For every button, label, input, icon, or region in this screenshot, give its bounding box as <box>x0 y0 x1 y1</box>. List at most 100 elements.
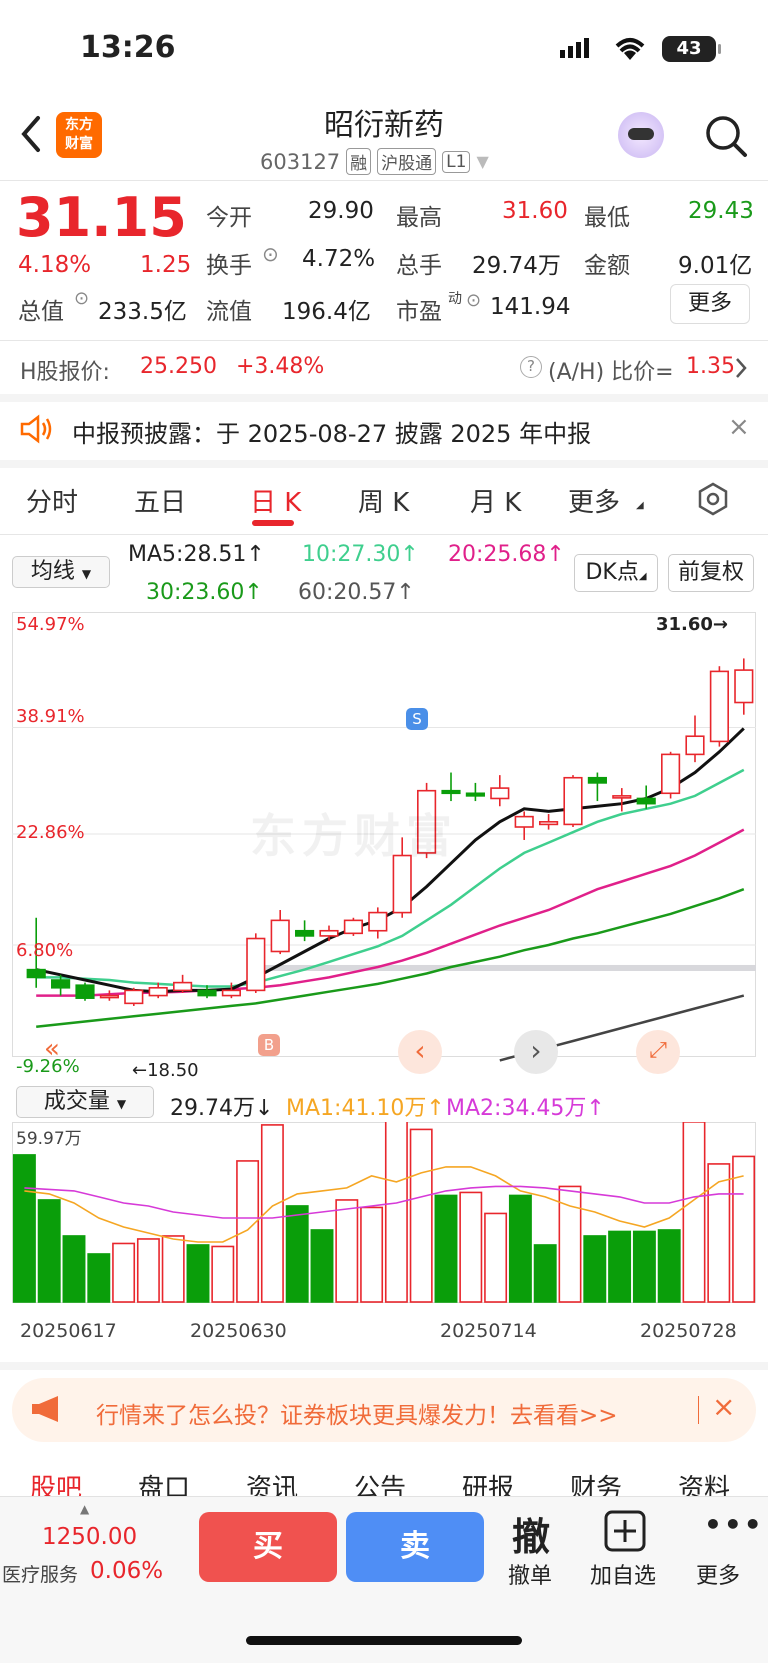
info-icon[interactable]: ⊙ <box>74 288 89 309</box>
ma-selector[interactable]: 均线 ▼ <box>12 556 110 588</box>
indicator-selector[interactable]: 成交量 ▼ <box>16 1086 154 1118</box>
sell-signal-marker[interactable]: S <box>406 708 428 730</box>
revoke-icon[interactable]: 撤 <box>512 1506 550 1561</box>
help-icon[interactable]: ? <box>520 356 542 378</box>
candle-body <box>685 735 705 756</box>
y-label-top: 54.97% <box>16 614 85 635</box>
volume-top-label: 59.97万 <box>16 1129 82 1149</box>
info-icon[interactable]: ⊙ <box>466 290 481 311</box>
candle-body <box>295 929 315 937</box>
add-watchlist-label[interactable]: 加自选 <box>590 1558 656 1590</box>
more-label[interactable]: 更多 <box>696 1558 740 1590</box>
volume-bar <box>87 1253 111 1303</box>
change-value: 1.25 <box>140 252 192 278</box>
candle-body <box>539 821 559 826</box>
tab-research[interactable]: 研报 <box>462 1468 514 1496</box>
volume-bar <box>484 1212 508 1303</box>
candle-body <box>563 776 583 826</box>
volume-current: 29.74万↓ <box>170 1096 274 1121</box>
candle-body <box>368 911 388 932</box>
tab-five-day[interactable]: 五日 <box>134 482 186 519</box>
candle-body <box>51 979 71 989</box>
tab-intraday[interactable]: 分时 <box>26 482 78 519</box>
ma60-value: 60:20.57↑ <box>298 580 415 605</box>
search-icon[interactable] <box>704 114 748 158</box>
low-value: 29.43 <box>688 198 754 224</box>
volume-bar <box>707 1163 731 1303</box>
close-promo-icon[interactable]: × <box>712 1390 735 1423</box>
low-label: 最低 <box>584 205 630 231</box>
tab-profile[interactable]: 资料 <box>678 1468 730 1496</box>
candle-body <box>173 981 193 992</box>
volume-bar <box>285 1205 309 1303</box>
volume-ma1: MA1:41.10万↑ <box>286 1096 445 1121</box>
sector-name[interactable]: 医疗服务 <box>2 1560 78 1587</box>
volume-bar <box>62 1235 86 1303</box>
buy-button[interactable]: 买 <box>199 1512 337 1582</box>
tab-pankou[interactable]: 盘口 <box>138 1468 190 1496</box>
expand-icon[interactable]: ⤢ <box>636 1030 680 1074</box>
tab-finance[interactable]: 财务 <box>570 1468 622 1496</box>
buy-signal-marker[interactable]: B <box>258 1034 280 1056</box>
ma10-value: 10:27.30↑ <box>302 542 419 567</box>
more-dots-icon[interactable]: ••• <box>704 1508 764 1541</box>
sector-pct: 0.06% <box>90 1558 164 1584</box>
rewind-icon[interactable]: « <box>44 1034 60 1064</box>
min-price-marker: ←18.50 <box>132 1060 199 1081</box>
info-icon[interactable]: ⊙ <box>262 242 279 266</box>
candle-body <box>99 994 119 999</box>
hshare-price: 25.250 <box>140 354 217 379</box>
dropdown-icon[interactable]: ▼ <box>476 152 488 171</box>
tab-guba[interactable]: 股吧 <box>30 1468 82 1496</box>
candle-body <box>246 937 266 992</box>
close-icon[interactable]: × <box>728 412 750 442</box>
notice-text[interactable]: 中报预披露：于 2025-08-27 披露 2025 年中报 <box>72 414 591 449</box>
volume-bar <box>384 1122 408 1303</box>
add-watchlist-icon[interactable] <box>604 1510 646 1552</box>
dk-point-label: DK点 <box>585 560 639 585</box>
volume-bar <box>583 1235 607 1303</box>
volume-bar <box>335 1199 359 1303</box>
x-date-4: 20250728 <box>640 1320 737 1342</box>
float-value: 196.4亿 <box>282 299 371 325</box>
more-quote-button[interactable]: 更多 <box>670 284 750 324</box>
tab-announcements[interactable]: 公告 <box>354 1468 406 1496</box>
amount-value: 9.01亿 <box>678 253 753 279</box>
tab-more[interactable]: 更多 <box>568 482 620 519</box>
volume-bar <box>632 1230 656 1303</box>
adjust-button[interactable]: 前复权 <box>668 554 754 592</box>
next-icon[interactable]: › <box>514 1030 558 1074</box>
chevron-right-icon[interactable] <box>734 356 748 380</box>
tab-weekly-k[interactable]: 周 K <box>358 482 409 519</box>
stock-subtitle: 603127 融 沪股通 L1 ▼ <box>260 148 489 175</box>
ma-selector-label: 均线 <box>30 559 75 584</box>
cellular-signal-icon <box>560 38 589 58</box>
tab-daily-k[interactable]: 日 K <box>250 482 301 519</box>
revoke-label[interactable]: 撤单 <box>508 1558 552 1590</box>
change-pct: 4.18% <box>18 252 92 278</box>
x-date-3: 20250714 <box>440 1320 537 1342</box>
settings-icon[interactable] <box>696 482 730 516</box>
candle-body <box>319 929 339 937</box>
candle-body <box>221 989 241 997</box>
open-label: 今开 <box>206 205 252 231</box>
prev-icon[interactable]: ‹ <box>398 1030 442 1074</box>
hshare-pct: +3.48% <box>236 354 325 379</box>
mktcap-value: 233.5亿 <box>98 299 187 325</box>
dk-point-button[interactable]: DK点◢ <box>574 554 658 592</box>
volume-chart[interactable] <box>12 1122 756 1314</box>
turnover-label: 换手 <box>206 253 252 279</box>
sell-button[interactable]: 卖 <box>346 1512 484 1582</box>
tab-news[interactable]: 资讯 <box>246 1468 298 1496</box>
assistant-avatar-icon[interactable] <box>618 112 664 158</box>
current-price: 31.15 <box>16 186 187 249</box>
promo-text[interactable]: 行情来了怎么投？证券板块更具爆发力！去看看>> <box>96 1396 618 1430</box>
volume-bar <box>608 1230 632 1303</box>
high-label: 最高 <box>396 205 442 231</box>
sector-index-value[interactable]: 1250.00 <box>42 1524 137 1550</box>
volume-bar <box>508 1194 532 1303</box>
wifi-icon <box>615 38 645 60</box>
candle-body <box>587 776 607 784</box>
tab-monthly-k[interactable]: 月 K <box>470 482 521 519</box>
volume-bar <box>310 1229 334 1303</box>
